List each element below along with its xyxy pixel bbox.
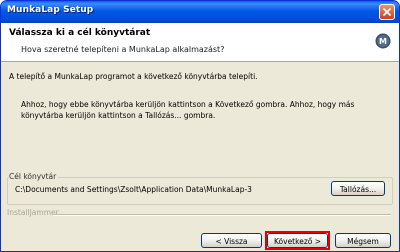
instructions-text: Ahhoz, hogy ebbe könyvtárba kerüljön kat… bbox=[21, 100, 355, 120]
page-subtitle: Hova szeretné telepíteni a MunkaLap alka… bbox=[21, 45, 225, 54]
window-title: MunkaLap Setup bbox=[7, 5, 94, 15]
destination-path: C:\Documents and Settings\Zsolt\Applicat… bbox=[15, 185, 252, 194]
app-logo-icon: M bbox=[375, 33, 391, 49]
installer-brand: InstallJammer bbox=[7, 208, 59, 217]
wizard-header: Válassza ki a cél könyvtárat Hova szeret… bbox=[1, 23, 399, 62]
destination-label: Cél könyvtár bbox=[9, 172, 59, 181]
logo-letter: M bbox=[379, 37, 387, 46]
close-icon bbox=[383, 8, 391, 16]
footer-divider bbox=[53, 214, 391, 216]
page-title: Válassza ki a cél könyvtárat bbox=[9, 28, 151, 38]
intro-text: A telepítő a MunkaLap programot a követk… bbox=[9, 72, 258, 81]
cancel-button[interactable]: Mégsem bbox=[335, 233, 391, 248]
back-button[interactable]: < Vissza bbox=[201, 233, 262, 248]
title-bar[interactable]: MunkaLap Setup bbox=[1, 1, 399, 23]
close-button[interactable] bbox=[379, 4, 395, 20]
next-button[interactable]: Következő > bbox=[267, 233, 328, 248]
browse-button[interactable]: Tallózás... bbox=[331, 181, 385, 196]
setup-window: MunkaLap Setup Válassza ki a cél könyvtá… bbox=[0, 0, 400, 252]
